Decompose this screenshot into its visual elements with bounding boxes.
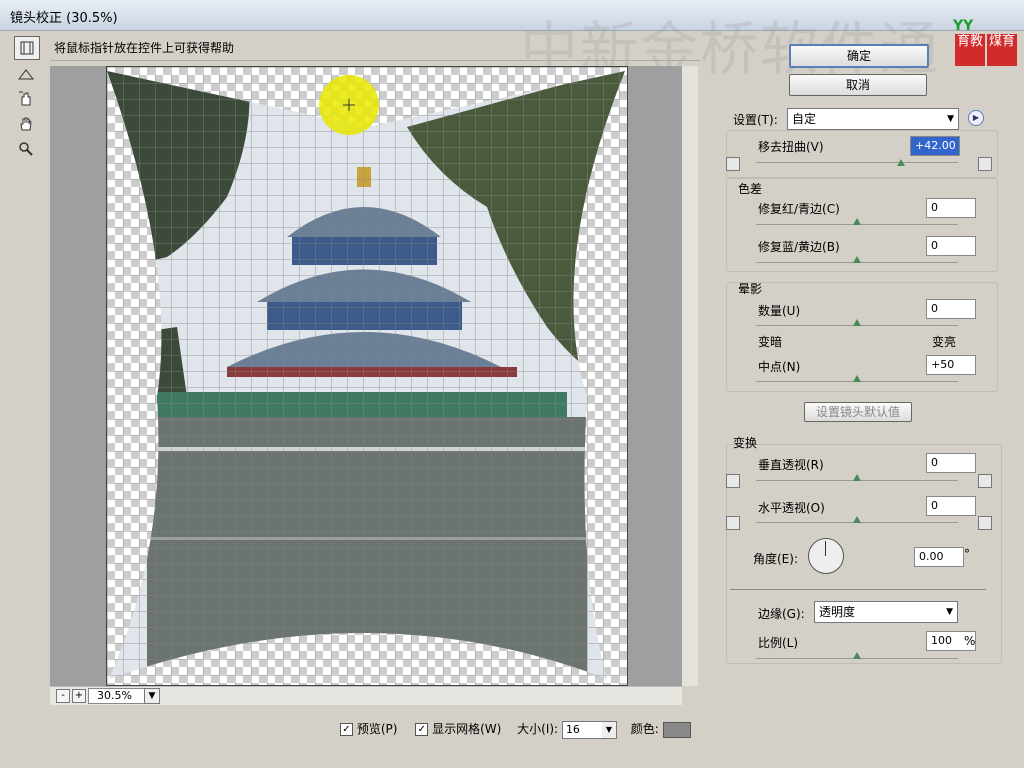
logo-right: 煤育 — [987, 34, 1017, 66]
brand-logo: YY 育教 煤育 — [953, 18, 1021, 70]
size-value: 16 — [565, 722, 580, 736]
chromatic-group — [726, 178, 998, 272]
angle-field[interactable]: 0.00 — [914, 547, 964, 567]
preview-label: 预览(P) — [356, 722, 398, 736]
vertical-perspective-icon-right — [978, 474, 992, 488]
edge-label: 边缘(G): — [758, 607, 805, 621]
zoom-level[interactable]: 30.5% — [88, 688, 150, 704]
grid-color-swatch[interactable] — [662, 721, 691, 738]
chevron-down-icon: ▼ — [947, 114, 954, 124]
preview-checkbox[interactable]: ✓ — [340, 723, 353, 736]
vertical-scrollbar[interactable] — [682, 66, 698, 686]
hand-icon[interactable] — [14, 113, 38, 135]
angle-dial[interactable] — [808, 538, 844, 574]
logo-top: YY — [953, 18, 974, 34]
settings-select[interactable]: 自定 ▼ — [787, 108, 959, 130]
red-cyan-thumb[interactable] — [853, 218, 861, 225]
red-cyan-field[interactable]: 0 — [926, 198, 976, 218]
color-label: 颜色: — [630, 722, 659, 736]
chromatic-title: 色差 — [738, 182, 763, 196]
scale-thumb[interactable] — [853, 652, 861, 659]
ok-button[interactable]: 确定 — [789, 44, 929, 68]
edge-value: 透明度 — [819, 605, 856, 619]
grid-label: 显示网格(W) — [432, 722, 502, 736]
horizontal-perspective-icon-right — [978, 516, 992, 530]
barrel-icon — [978, 157, 992, 171]
tool-strip — [14, 36, 42, 156]
logo-left: 育教 — [955, 34, 985, 66]
size-select[interactable]: 16 ▼ — [561, 720, 617, 739]
midpoint-field[interactable]: +50 — [926, 355, 976, 375]
settings-value: 自定 — [792, 112, 817, 126]
vertical-perspective-icon — [726, 474, 740, 488]
move-grid-icon[interactable] — [14, 88, 38, 110]
distortion-slider[interactable] — [756, 162, 958, 163]
preview-area[interactable] — [50, 66, 682, 686]
vignette-amount-thumb[interactable] — [853, 319, 861, 326]
vignette-amount-field[interactable]: 0 — [926, 299, 976, 319]
size-label: 大小(I): — [517, 722, 559, 736]
grid-checkbox[interactable]: ✓ — [415, 723, 429, 736]
scale-label: 比例(L) — [758, 636, 799, 650]
angle-label: 角度(E): — [753, 552, 798, 566]
blue-yellow-thumb[interactable] — [853, 256, 861, 263]
settings-label: 设置(T): — [733, 113, 778, 127]
distortion-field[interactable]: +42.00 — [910, 136, 960, 156]
help-hint: 将鼠标指针放在控件上可获得帮助 — [54, 41, 235, 55]
darken-label: 变暗 — [758, 335, 783, 349]
vertical-field[interactable]: 0 — [926, 453, 976, 473]
zoom-bar: - + 30.5% ▼ — [50, 686, 682, 705]
lighten-label: 变亮 — [932, 335, 957, 349]
reset-lens-button[interactable]: 设置镜头默认值 — [804, 402, 912, 422]
distortion-thumb[interactable] — [897, 159, 905, 166]
distortion-label: 移去扭曲(V) — [758, 140, 824, 154]
horizontal-thumb[interactable] — [853, 516, 861, 523]
horizontal-field[interactable]: 0 — [926, 496, 976, 516]
midpoint-label: 中点(N) — [758, 360, 801, 374]
horizontal-label: 水平透视(O) — [758, 501, 825, 515]
edge-select[interactable]: 透明度 ▼ — [814, 601, 958, 623]
vignette-amount-label: 数量(U) — [758, 304, 801, 318]
pincushion-icon — [726, 157, 740, 171]
constrain-tool-icon[interactable] — [14, 36, 40, 60]
angle-needle — [825, 541, 826, 556]
blue-yellow-label: 修复蓝/黄边(B) — [758, 240, 840, 254]
midpoint-thumb[interactable] — [853, 375, 861, 382]
blue-yellow-field[interactable]: 0 — [926, 236, 976, 256]
zoom-in-button[interactable]: + — [72, 689, 86, 703]
chevron-down-icon: ▼ — [601, 721, 616, 738]
zoom-dropdown-icon[interactable]: ▼ — [144, 688, 160, 704]
cancel-button[interactable]: 取消 — [789, 74, 927, 96]
vertical-label: 垂直透视(R) — [758, 458, 824, 472]
horizontal-perspective-icon — [726, 516, 740, 530]
edge-divider — [730, 589, 986, 590]
zoom-out-button[interactable]: - — [56, 689, 70, 703]
vignette-title: 晕影 — [738, 282, 763, 296]
hint-divider — [50, 60, 700, 61]
transform-title: 变换 — [733, 436, 758, 450]
straighten-icon[interactable] — [14, 63, 38, 85]
angle-unit: ° — [964, 547, 970, 561]
scale-unit: % — [964, 634, 976, 648]
settings-menu-icon[interactable]: ▶ — [968, 110, 984, 126]
vertical-thumb[interactable] — [853, 474, 861, 481]
window-title: 镜头校正 (30.5%) — [10, 11, 118, 26]
bottom-options: ✓ 预览(P) ✓ 显示网格(W) 大小(I): 16 ▼ 颜色: — [340, 720, 691, 742]
preview-canvas[interactable] — [106, 66, 628, 686]
chevron-down-icon: ▼ — [946, 607, 953, 617]
zoom-icon[interactable] — [14, 138, 38, 160]
red-cyan-label: 修复红/青边(C) — [758, 202, 840, 216]
